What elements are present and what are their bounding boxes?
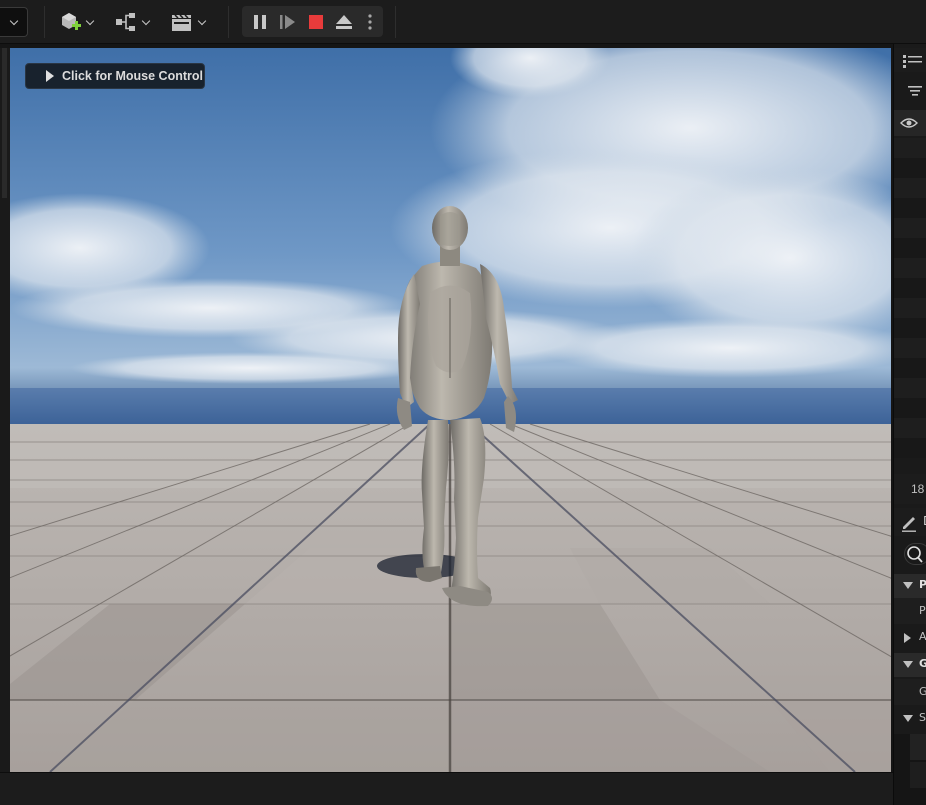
chevron-down-icon [903,715,913,722]
list-item[interactable] [894,438,926,458]
list-item[interactable] [894,358,926,378]
section-label: A [919,630,926,643]
list-item[interactable] [894,138,926,158]
list-item[interactable] [894,298,926,318]
details-section-header[interactable]: A [894,626,926,650]
outliner-filter-bar[interactable] [894,78,926,104]
list-item[interactable] [894,238,926,258]
outliner-visibility-column[interactable] [894,110,926,136]
outliner-item-count: 18 [894,474,926,504]
advance-frame-icon [280,14,295,29]
mode-dropdown-button[interactable] [0,7,28,37]
chevron-down-icon [9,16,18,25]
details-property-grid [894,734,926,805]
toolbar-divider [395,6,396,38]
list-item[interactable] [894,278,926,298]
section-label: P [919,578,926,591]
add-actor-button[interactable] [58,8,98,36]
viewport-scene [10,48,891,772]
details-property-row[interactable]: G [894,679,926,705]
list-item[interactable] [894,318,926,338]
details-section-header[interactable]: S [894,707,926,731]
play-controls [242,6,383,37]
outliner-header [894,48,926,72]
cinematics-button[interactable] [170,8,210,36]
cursor-arrow-icon [46,70,54,82]
toolbar-divider [228,6,229,38]
pause-button[interactable] [246,6,274,37]
list-item[interactable] [894,398,926,418]
level-viewport[interactable]: Click for Mouse Control [10,48,891,772]
details-header: D [894,508,926,536]
mouse-control-label: Click for Mouse Control [62,69,203,83]
list-item[interactable] [894,378,926,398]
blueprint-icon [116,13,135,31]
list-item[interactable] [894,218,926,238]
right-side-panels: 18 D P P A G [893,44,926,805]
chevron-down-icon [197,16,207,25]
details-section-header[interactable]: G [894,653,926,677]
toolbar-divider [44,6,45,38]
stop-button[interactable] [302,6,330,37]
chevron-right-icon [904,633,911,643]
more-options-icon [368,13,372,30]
list-item[interactable] [894,418,926,438]
left-panel-scroll[interactable] [2,48,7,198]
list-item[interactable] [894,338,926,358]
details-search[interactable] [894,540,926,568]
left-panel-edge [0,48,10,772]
chevron-down-icon [903,661,913,668]
property-value-cell[interactable] [910,734,926,760]
main-toolbar [0,0,926,44]
more-options-button[interactable] [358,6,382,37]
outliner-list-icon [903,55,922,68]
advance-frame-button[interactable] [274,6,302,37]
stop-icon [309,14,323,29]
details-section-header[interactable]: P [894,574,926,598]
list-item[interactable] [894,258,926,278]
viewport-bottom-bar [0,772,893,805]
list-item[interactable] [894,178,926,198]
section-label: S [919,711,926,724]
clapper-icon [172,14,191,31]
blueprints-button[interactable] [114,8,154,36]
mouse-control-button[interactable]: Click for Mouse Control [25,63,205,89]
chevron-down-icon [141,16,151,25]
section-label: G [919,657,926,670]
editor-window: Click for Mouse Control 18 P P A G G S [0,0,926,805]
list-item[interactable] [894,198,926,218]
add-actor-icon [62,13,81,30]
property-label: G [919,685,926,698]
property-value-cell[interactable] [910,762,926,788]
chevron-down-icon [85,16,95,25]
property-label: P [919,604,926,617]
pause-icon [254,14,266,29]
eye-icon [900,118,918,128]
list-item[interactable] [894,158,926,178]
eject-button[interactable] [330,6,358,37]
eject-icon [336,14,352,29]
filter-icon [908,86,922,96]
chevron-down-icon [903,582,913,589]
search-input[interactable] [904,543,926,565]
details-property-row[interactable]: P [894,598,926,624]
pencil-icon [902,517,916,532]
